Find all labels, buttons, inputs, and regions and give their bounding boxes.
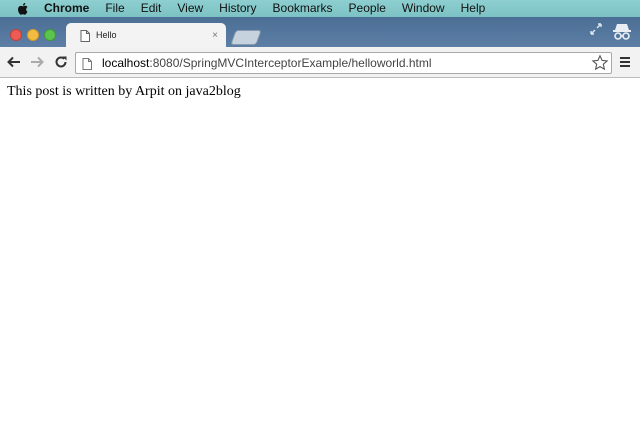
address-bar[interactable]: localhost:8080/SpringMVCInterceptorExamp… [75,52,612,74]
tab-close-icon[interactable]: × [212,30,218,41]
window-close-button[interactable] [10,29,22,41]
hamburger-menu-icon[interactable] [618,55,632,69]
menu-help[interactable]: Help [461,0,486,17]
menu-file[interactable]: File [105,0,124,17]
page-icon [82,57,92,70]
mac-menu-bar: Chrome File Edit View History Bookmarks … [0,0,640,17]
incognito-icon [611,21,633,43]
menu-history[interactable]: History [219,0,256,17]
tab-strip: Hello × [0,17,640,47]
star-icon[interactable] [591,54,609,72]
menu-edit[interactable]: Edit [141,0,162,17]
url-text[interactable]: localhost:8080/SpringMVCInterceptorExamp… [102,56,432,70]
page-content: This post is written by Arpit on java2bl… [0,78,640,448]
url-host: localhost [102,56,150,70]
window-zoom-button[interactable] [44,29,56,41]
menu-app-chrome[interactable]: Chrome [44,0,89,17]
reload-icon[interactable] [52,53,70,71]
new-tab-button[interactable] [230,30,262,45]
back-arrow-icon[interactable] [5,53,23,71]
restore-icon[interactable] [589,22,603,36]
page-icon [80,29,90,42]
tab-title: Hello [96,30,117,40]
url-path: :8080/SpringMVCInterceptorExample/hellow… [149,56,432,70]
tab-hello[interactable]: Hello × [66,23,226,47]
forward-arrow-icon[interactable] [28,53,46,71]
menu-view[interactable]: View [177,0,203,17]
menu-people[interactable]: People [349,0,386,17]
menu-window[interactable]: Window [402,0,445,17]
window-minimize-button[interactable] [27,29,39,41]
post-text: This post is written by Arpit on java2bl… [7,84,241,99]
browser-toolbar: localhost:8080/SpringMVCInterceptorExamp… [0,47,640,78]
menu-bookmarks[interactable]: Bookmarks [273,0,333,17]
apple-logo-icon[interactable] [15,1,31,17]
